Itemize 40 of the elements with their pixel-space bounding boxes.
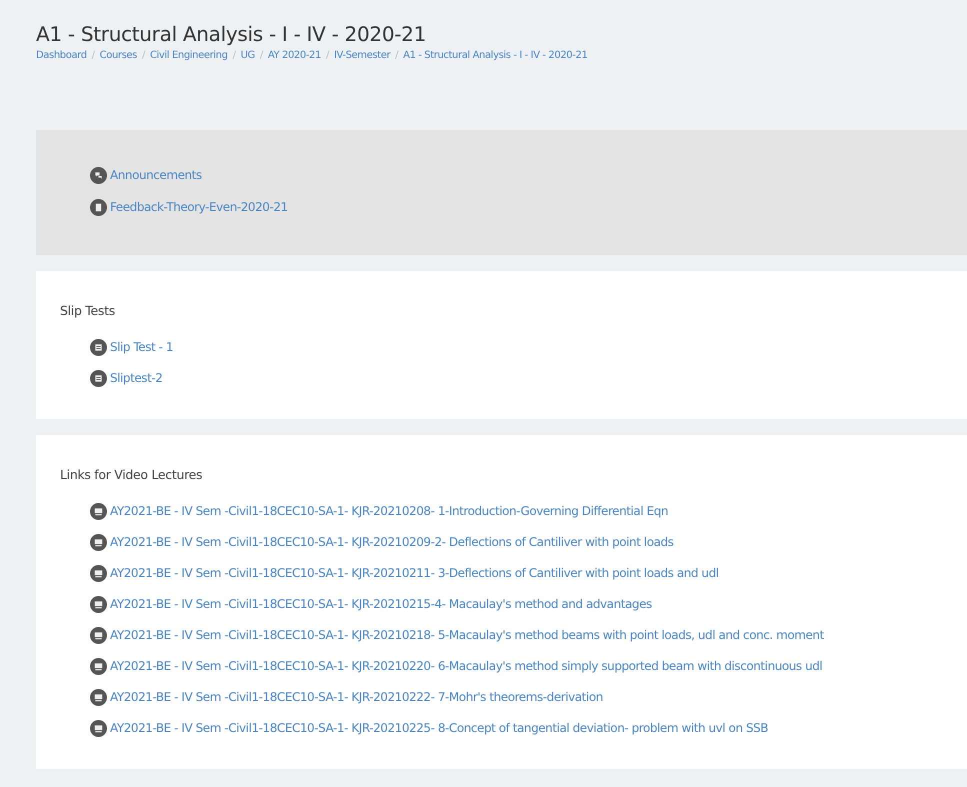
section-title: Slip Tests xyxy=(60,303,116,318)
activity-link[interactable]: AY2021-BE - IV Sem -Civil1-18CEC10-SA-1- KJR-20210208- 1-Introduction-Governing Differential Eqn xyxy=(110,504,668,518)
page-title: A1 - Structural Analysis - I - IV - 2020-21 xyxy=(36,22,428,46)
breadcrumb-link[interactable]: Civil Engineering xyxy=(150,50,228,61)
activity-link[interactable]: AY2021-BE - IV Sem -Civil1-18CEC10-SA-1- KJR-20210220- 6-Macaulay's method simply supported beam with discontinuous udl xyxy=(110,659,822,673)
monitor-icon xyxy=(90,502,107,520)
breadcrumb-separator: / xyxy=(395,50,398,61)
monitor-icon xyxy=(90,534,107,550)
forum-icon xyxy=(90,166,107,184)
activity-link[interactable]: AY2021-BE - IV Sem -Civil1-18CEC10-SA-1- KJR-20210225- 8-Concept of tangential deviation- problem with uvl on SSB xyxy=(110,721,768,735)
breadcrumb-link[interactable]: UG xyxy=(240,50,255,61)
activity-link[interactable]: Slip Test - 1 xyxy=(110,340,174,354)
activity-link[interactable]: AY2021-BE - IV Sem -Civil1-18CEC10-SA-1- KJR-20210218- 5-Macaulay's method beams with point loads, udl and conc. moment xyxy=(110,628,824,642)
breadcrumb-separator: / xyxy=(142,50,145,61)
breadcrumb-separator: / xyxy=(92,50,95,61)
activity-link[interactable]: Sliptest-2 xyxy=(110,371,162,385)
breadcrumb-separator: / xyxy=(232,50,236,61)
quiz-icon xyxy=(90,338,107,356)
activity-link[interactable]: Feedback-Theory-Even-2020-21 xyxy=(110,200,288,214)
breadcrumb-link[interactable]: Courses xyxy=(100,50,137,61)
activity-link[interactable]: AY2021-BE - IV Sem -Civil1-18CEC10-SA-1- KJR-20210211- 3-Deflections of Cantiliver with point loads and udl xyxy=(110,566,719,580)
activity-link[interactable]: AY2021-BE - IV Sem -Civil1-18CEC10-SA-1- KJR-20210209-2- Deflections of Cantiliver with point loads xyxy=(110,535,674,549)
breadcrumb-link[interactable]: A1 - Structural Analysis - I - IV - 2020-21 xyxy=(403,50,588,61)
breadcrumb-separator: / xyxy=(260,50,263,61)
breadcrumb-separator: / xyxy=(326,50,329,61)
monitor-icon xyxy=(90,658,107,674)
feedback-icon xyxy=(90,198,107,216)
monitor-icon xyxy=(90,626,107,644)
monitor-icon xyxy=(90,596,107,612)
activity-link[interactable]: AY2021-BE - IV Sem -Civil1-18CEC10-SA-1- KJR-20210215-4- Macaulay's method and advantages xyxy=(110,597,652,611)
monitor-icon xyxy=(90,688,107,706)
activity-link[interactable]: AY2021-BE - IV Sem -Civil1-18CEC10-SA-1- KJR-20210222- 7-Mohr's theorems-derivation xyxy=(110,690,603,704)
monitor-icon xyxy=(90,564,107,582)
section-title: Links for Video Lectures xyxy=(60,467,204,482)
activity-link[interactable]: Announcements xyxy=(110,168,202,182)
monitor-icon xyxy=(90,720,107,736)
breadcrumb-link[interactable]: Dashboard xyxy=(36,50,87,61)
breadcrumb-link[interactable]: AY 2020-21 xyxy=(268,50,321,61)
quiz-icon xyxy=(90,370,107,386)
breadcrumb-link[interactable]: IV-Semester xyxy=(334,50,390,61)
